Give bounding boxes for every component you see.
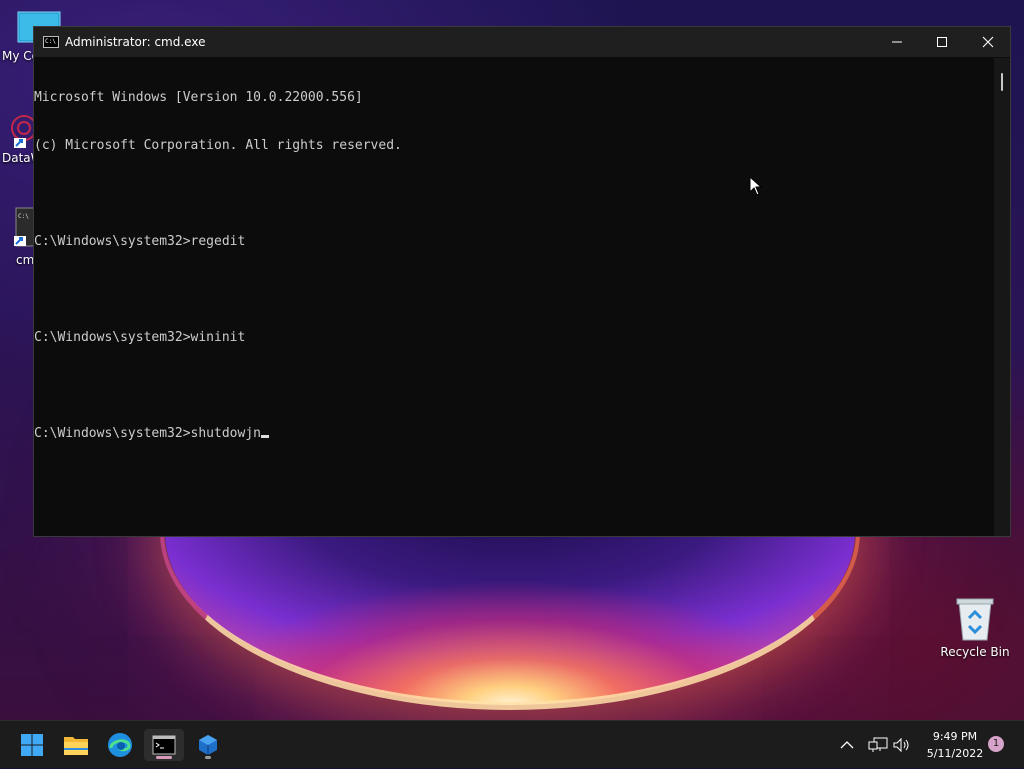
cmd-app-icon: [152, 735, 176, 755]
maximize-icon: [937, 37, 947, 47]
clock[interactable]: 9:49 PM 5/11/2022: [915, 728, 995, 762]
console-input-line[interactable]: C:\Windows\system32>shutdowjn: [34, 426, 994, 442]
desktop-icon-label: Recycle Bin: [940, 645, 1010, 659]
console-line: (c) Microsoft Corporation. All rights re…: [34, 138, 402, 153]
folder-icon: [64, 737, 88, 755]
cmd-app-icon: C:\: [43, 36, 59, 48]
minimize-icon: [892, 41, 902, 43]
taskbar-command-prompt[interactable]: [144, 729, 184, 761]
taskbar: 9:49 PM 5/11/2022: [0, 720, 1024, 768]
scrollbar-thumb[interactable]: [1001, 73, 1003, 91]
running-indicator: [156, 756, 172, 759]
close-icon: [982, 36, 994, 48]
clock-time: 9:49 PM: [932, 730, 978, 743]
console-command-text: C:\Windows\system32>shutdowjn: [34, 426, 261, 441]
clock-date: 5/11/2022: [926, 747, 984, 760]
text-cursor: [260, 435, 269, 438]
network-icon: [868, 737, 888, 752]
taskbar-edge[interactable]: [100, 729, 140, 761]
window-titlebar[interactable]: C:\ Administrator: cmd.exe: [34, 27, 1010, 57]
start-button[interactable]: [12, 729, 52, 761]
taskbar-file-explorer[interactable]: [56, 729, 96, 761]
notification-badge[interactable]: 1: [988, 736, 1004, 752]
desktop-icon-recycle-bin[interactable]: Recycle Bin: [937, 596, 1013, 660]
svg-text:C:\: C:\: [18, 213, 29, 220]
recycle-bin-icon: [956, 598, 994, 641]
edge-browser-icon: [108, 733, 132, 757]
cmd-window[interactable]: C:\ Administrator: cmd.exe Microsoft Win…: [33, 26, 1011, 537]
taskbar-app[interactable]: [188, 729, 228, 761]
console-line: C:\Windows\system32>regedit: [34, 234, 246, 249]
console-line: Microsoft Windows [Version 10.0.22000.55…: [34, 90, 363, 105]
maximize-button[interactable]: [919, 27, 965, 57]
window-title: Administrator: cmd.exe: [65, 35, 206, 49]
chevron-up-icon: [840, 741, 854, 749]
speaker-icon: [893, 737, 909, 753]
console-output[interactable]: Microsoft Windows [Version 10.0.22000.55…: [34, 58, 994, 536]
windows-logo-icon: [21, 734, 43, 756]
mouse-pointer-icon: [749, 176, 763, 196]
close-button[interactable]: [965, 27, 1011, 57]
console-line: C:\Windows\system32>wininit: [34, 330, 246, 345]
minimize-button[interactable]: [874, 27, 920, 57]
show-hidden-icons-button[interactable]: [840, 721, 854, 769]
app-cube-icon: [199, 735, 217, 755]
vertical-scrollbar[interactable]: [994, 58, 1010, 536]
volume-button[interactable]: [892, 721, 912, 769]
running-indicator: [205, 756, 211, 759]
network-button[interactable]: [868, 721, 888, 769]
